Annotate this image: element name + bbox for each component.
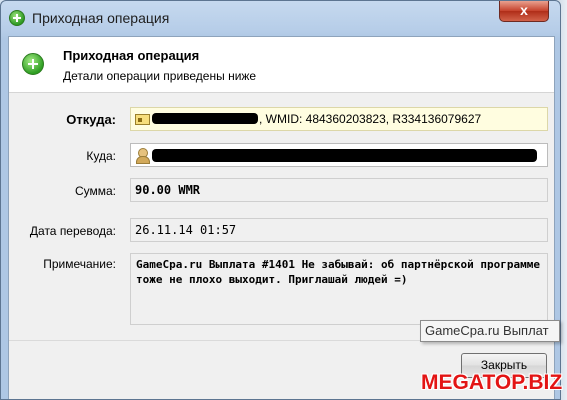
header-title: Приходная операция xyxy=(63,48,200,63)
amount-label: Сумма: xyxy=(74,184,116,198)
window-title: Приходная операция xyxy=(32,10,170,26)
from-value: , WMID: 484360203823, R334136079627 xyxy=(259,112,482,126)
plus-circle-icon xyxy=(22,53,44,75)
dialog-body: Приходная операция Детали операции приве… xyxy=(8,36,555,399)
window-close-button[interactable]: x xyxy=(499,1,549,22)
dialog-header: Приходная операция Детали операции приве… xyxy=(9,37,554,93)
redacted-recipient xyxy=(152,149,537,162)
note-label: Примечание: xyxy=(43,257,116,271)
site-watermark: MEGATOP.BIZ xyxy=(421,371,563,394)
to-label: Куда: xyxy=(86,149,116,163)
plus-circle-icon xyxy=(9,10,25,26)
amount-field: 90.00 WMR xyxy=(130,178,548,202)
redacted-sender-name xyxy=(152,113,258,124)
person-icon xyxy=(135,148,150,165)
wm-card-icon xyxy=(135,114,150,126)
note-tooltip: GameCpa.ru Выплат xyxy=(420,320,560,342)
note-field[interactable]: GameCpa.ru Выплата #1401 Не забывай: об … xyxy=(130,253,548,325)
date-label: Дата перевода: xyxy=(29,224,116,238)
from-label: Откуда: xyxy=(66,112,116,127)
header-subtitle: Детали операции приведены ниже xyxy=(63,69,257,83)
title-bar[interactable]: Приходная операция x xyxy=(1,1,560,35)
date-field: 26.11.14 01:57 xyxy=(130,218,548,242)
